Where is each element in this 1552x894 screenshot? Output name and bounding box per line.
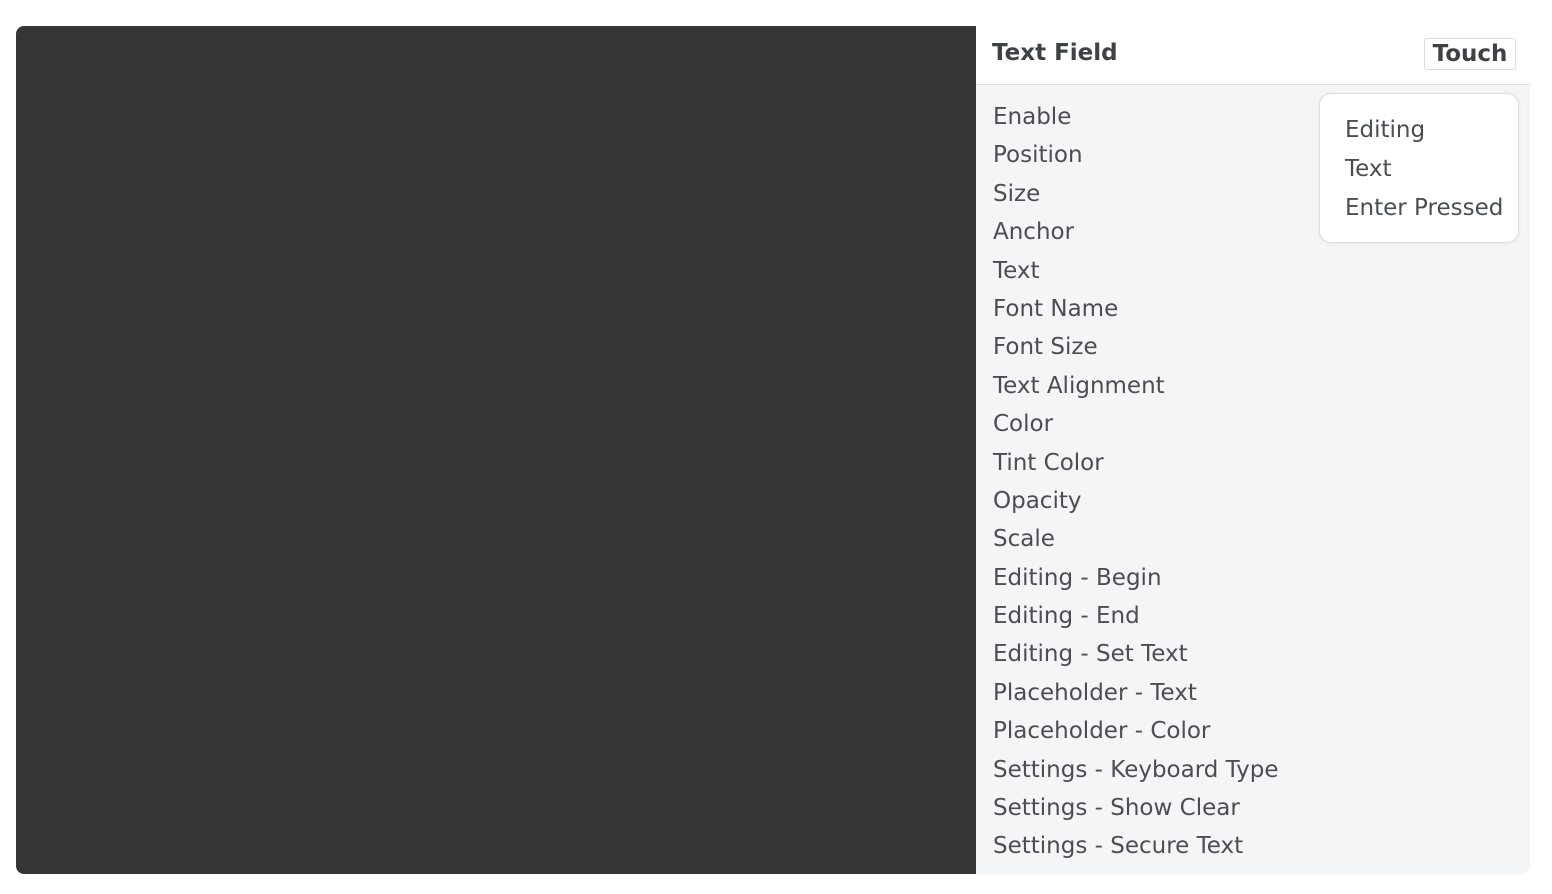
touch-button[interactable]: Touch: [1424, 38, 1516, 70]
touch-events-popup: Editing Text Enter Pressed: [1319, 93, 1519, 243]
property-item[interactable]: Placeholder - Color: [993, 712, 1279, 750]
property-item[interactable]: Enable: [993, 98, 1279, 136]
property-item[interactable]: Editing - Begin: [993, 559, 1279, 597]
property-item[interactable]: Placeholder - Text: [993, 674, 1279, 712]
property-item[interactable]: Scale: [993, 520, 1279, 558]
property-item[interactable]: Tint Color: [993, 444, 1279, 482]
property-item[interactable]: Position: [993, 136, 1279, 174]
property-item[interactable]: Font Name: [993, 290, 1279, 328]
property-item[interactable]: Text: [993, 252, 1279, 290]
popup-item[interactable]: Enter Pressed: [1345, 189, 1503, 228]
property-item[interactable]: Settings - Secure Text: [993, 827, 1279, 865]
property-item[interactable]: Text Alignment: [993, 367, 1279, 405]
popup-item[interactable]: Text: [1345, 150, 1503, 189]
property-item[interactable]: Settings - Keyboard Type: [993, 751, 1279, 789]
property-item[interactable]: Color: [993, 405, 1279, 443]
property-item[interactable]: Editing - End: [993, 597, 1279, 635]
property-list: Enable Position Size Anchor Text Font Name Fon…: [993, 98, 1279, 866]
property-item[interactable]: Opacity: [993, 482, 1279, 520]
popup-item[interactable]: Editing: [1345, 111, 1503, 150]
popup-list: Editing Text Enter Pressed: [1345, 111, 1503, 228]
property-item[interactable]: Settings - Show Clear: [993, 789, 1279, 827]
panel-title: Text Field: [992, 40, 1118, 66]
property-item[interactable]: Size: [993, 175, 1279, 213]
property-item[interactable]: Anchor: [993, 213, 1279, 251]
canvas-preview[interactable]: [16, 26, 976, 874]
property-item[interactable]: Editing - Set Text: [993, 635, 1279, 673]
inspector-header: Text Field Touch: [976, 26, 1530, 85]
property-item[interactable]: Font Size: [993, 328, 1279, 366]
